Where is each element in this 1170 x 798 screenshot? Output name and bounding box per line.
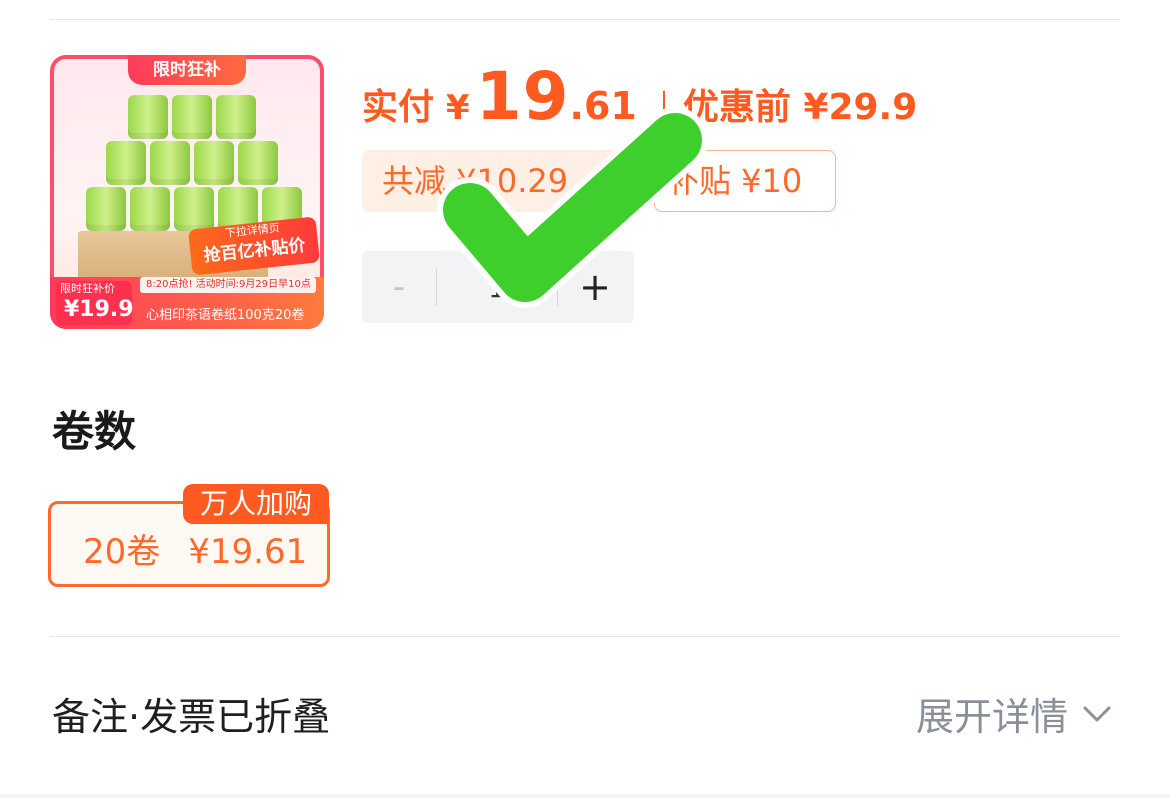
roll-graphic: [172, 95, 212, 139]
image-banner: 限时狂补: [128, 55, 246, 85]
bottom-strip: [0, 794, 1170, 798]
image-price-label: 限时狂补价: [60, 282, 115, 295]
roll-graphic: [150, 141, 190, 185]
expand-label: 展开详情: [915, 695, 1068, 739]
option-price: ¥19.61: [188, 532, 308, 572]
roll-graphic: [128, 95, 168, 139]
roll-graphic: [216, 95, 256, 139]
image-price-box: 限时狂补价 ¥19.9: [56, 281, 134, 325]
roll-graphic: [194, 141, 234, 185]
product-image[interactable]: 限时狂补 下拉详情页 抢百亿补贴价 8:20点抢! 活动时间:9月29日早10点…: [50, 55, 324, 329]
roll-graphic: [130, 187, 170, 231]
option-badge: 万人加购: [183, 484, 329, 524]
spec-title: 卷数: [52, 407, 137, 456]
section-divider: [50, 636, 1120, 637]
image-notice: 8:20点抢! 活动时间:9月29日早10点: [140, 277, 316, 293]
checkmark-icon: [437, 107, 708, 308]
chevron-down-icon: [1083, 706, 1111, 721]
roll-graphic: [106, 141, 146, 185]
expand-details-button[interactable]: 展开详情: [916, 686, 1112, 741]
roll-graphic: [174, 187, 214, 231]
roll-graphic: [86, 187, 126, 231]
top-divider: [50, 19, 1120, 20]
image-product-title: 心相印茶语卷纸100克20卷: [146, 308, 305, 323]
notes-title: 备注·发票已折叠: [52, 695, 331, 739]
image-price-value: ¥19.9: [64, 297, 134, 322]
option-text: 20卷 ¥19.61: [83, 524, 307, 573]
roll-graphic: [238, 141, 278, 185]
option-label: 20卷: [83, 532, 161, 572]
